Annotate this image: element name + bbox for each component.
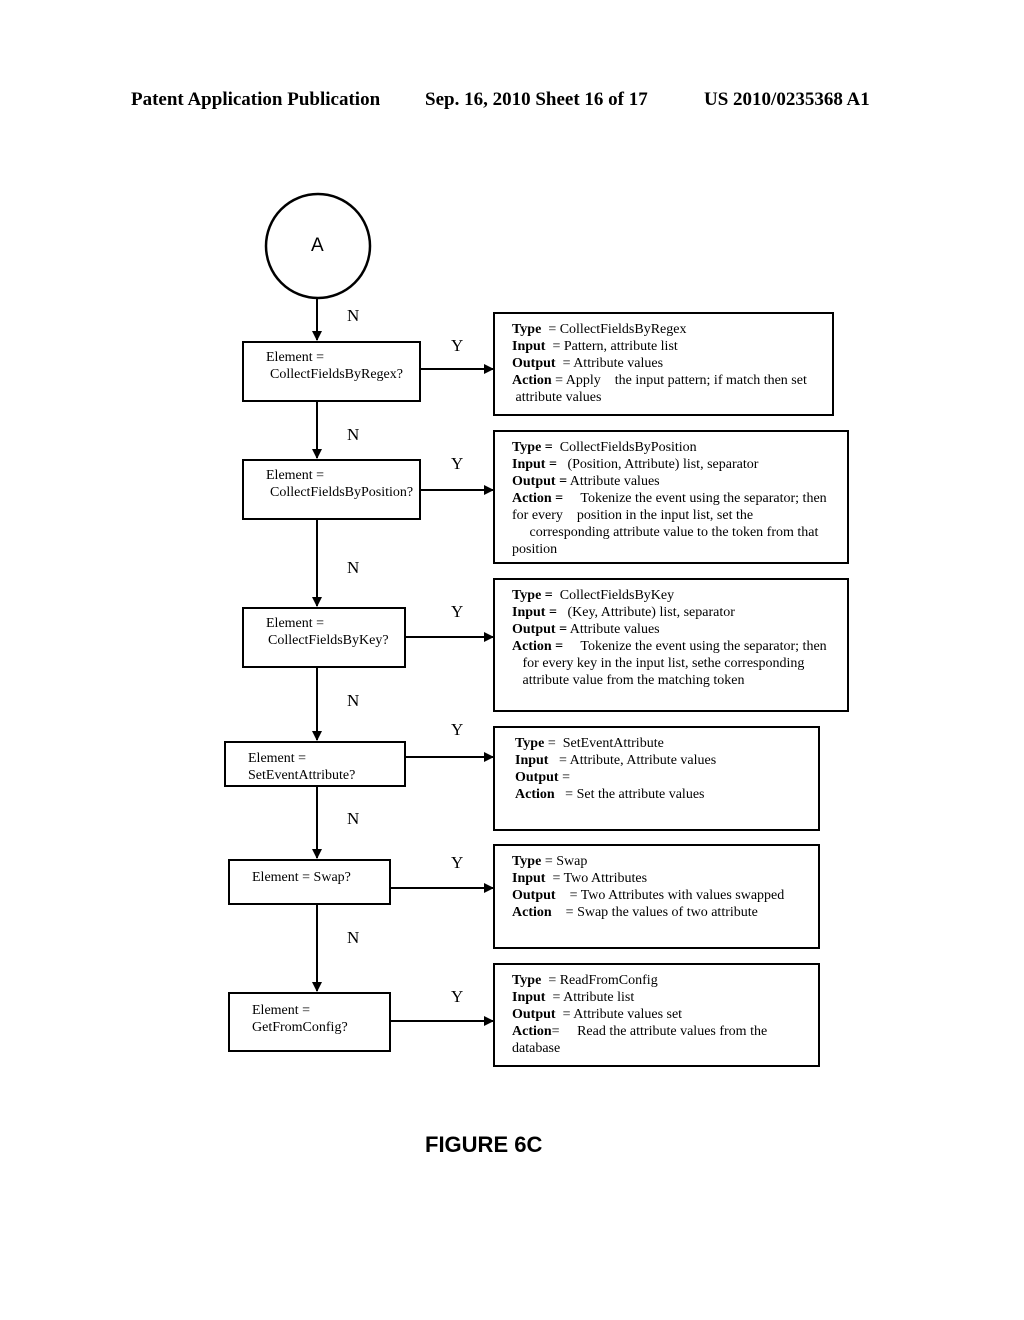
field-value: Attribute values xyxy=(567,622,660,637)
field-key: Output = xyxy=(512,622,568,637)
decision-text: CollectFieldsByPosition? xyxy=(270,485,414,500)
branch-yes-label: Y xyxy=(451,987,464,1006)
field-value: = Read the attribute values from the xyxy=(551,1024,768,1039)
figure-label: FIGURE 6C xyxy=(425,1132,543,1157)
field-value: = ReadFromConfig xyxy=(541,973,658,988)
decision-text: Element = xyxy=(248,751,307,766)
field-value: (Position, Attribute) list, separator xyxy=(556,457,759,472)
decision-key: Element = CollectFieldsByKey? xyxy=(242,607,406,668)
field-key: Output xyxy=(512,888,556,903)
branch-no-label: N xyxy=(347,809,360,828)
field-key: Input xyxy=(515,753,549,768)
field-value: = Attribute values set xyxy=(555,1007,683,1022)
action-box-swap: Type = Swap Input = Two Attributes Outpu… xyxy=(493,844,820,949)
field-continuation: position xyxy=(512,542,558,557)
decision-position: Element = CollectFieldsByPosition? xyxy=(242,459,421,520)
action-box-config: Type = ReadFromConfig Input = Attribute … xyxy=(493,963,820,1067)
decision-text: Element = xyxy=(266,350,325,365)
branch-no-label: N xyxy=(347,928,360,947)
branch-yes-label: Y xyxy=(451,602,464,621)
field-continuation: corresponding attribute value to the tok… xyxy=(512,525,819,540)
field-value: = Two Attributes xyxy=(545,871,648,886)
decision-text: Element = Swap? xyxy=(252,870,351,885)
branch-no-label: N xyxy=(347,306,360,325)
decision-getfromconfig: Element = GetFromConfig? xyxy=(228,992,391,1052)
field-key: Type xyxy=(512,973,542,988)
field-value: CollectFieldsByKey xyxy=(552,588,675,603)
branch-yes-label: Y xyxy=(451,720,464,739)
action-box-key: Type = CollectFieldsByKey Input = (Key, … xyxy=(493,578,849,712)
field-value: = Set the attribute values xyxy=(554,787,705,802)
field-value: CollectFieldsByPosition xyxy=(552,440,697,455)
field-key: Output xyxy=(512,1007,556,1022)
field-value: Tokenize the event using the separator; … xyxy=(563,639,827,654)
field-key: Type xyxy=(512,322,542,337)
field-value: = Swap xyxy=(541,854,588,869)
branch-no-label: N xyxy=(347,425,360,444)
field-key: Input xyxy=(512,871,546,886)
field-key: Input = xyxy=(512,605,557,620)
field-key: Type = xyxy=(512,588,553,603)
field-value: = xyxy=(558,770,570,785)
field-continuation: attribute values xyxy=(512,390,602,405)
field-key: Type xyxy=(515,736,545,751)
field-key: Action xyxy=(515,787,555,802)
decision-text: GetFromConfig? xyxy=(252,1020,348,1035)
branch-no-label: N xyxy=(347,691,360,710)
field-key: Type = xyxy=(512,440,553,455)
field-continuation: database xyxy=(512,1041,561,1056)
field-value: = Attribute values xyxy=(555,356,664,371)
decision-text: Element = xyxy=(266,468,325,483)
branch-no-label: N xyxy=(347,558,360,577)
field-continuation: for every key in the input list, sethe c… xyxy=(512,656,805,671)
field-key: Output xyxy=(515,770,559,785)
action-box-setattr: Type = SetEventAttribute Input = Attribu… xyxy=(493,726,820,831)
field-value: = Attribute, Attribute values xyxy=(548,753,717,768)
field-value: = CollectFieldsByRegex xyxy=(541,322,687,337)
decision-text: SetEventAttribute? xyxy=(248,768,356,783)
field-key: Output = xyxy=(512,474,568,489)
field-key: Action xyxy=(512,1024,552,1039)
decision-setattr: Element = SetEventAttribute? xyxy=(224,741,406,787)
field-value: = Attribute list xyxy=(545,990,635,1005)
decision-text: CollectFieldsByRegex? xyxy=(270,367,403,382)
branch-yes-label: Y xyxy=(451,853,464,872)
field-key: Action = xyxy=(512,639,564,654)
action-box-position: Type = CollectFieldsByPosition Input = (… xyxy=(493,430,849,564)
field-value: = Apply the input pattern; if match then… xyxy=(551,373,807,388)
decision-text: Element = xyxy=(266,616,325,631)
field-key: Type xyxy=(512,854,542,869)
field-key: Output xyxy=(512,356,556,371)
field-key: Input = xyxy=(512,457,557,472)
field-value: (Key, Attribute) list, separator xyxy=(556,605,735,620)
connector-label: A xyxy=(311,235,324,256)
field-value: = Two Attributes with values swapped xyxy=(555,888,785,903)
decision-text: Element = xyxy=(252,1003,311,1018)
field-key: Action xyxy=(512,373,552,388)
field-key: Input xyxy=(512,339,546,354)
decision-regex: Element = CollectFieldsByRegex? xyxy=(242,341,421,402)
action-box-regex: Type = CollectFieldsByRegex Input = Patt… xyxy=(493,312,834,416)
decision-text: CollectFieldsByKey? xyxy=(268,633,389,648)
field-value: = SetEventAttribute xyxy=(544,736,664,751)
field-value: = Pattern, attribute list xyxy=(545,339,678,354)
field-key: Action = xyxy=(512,491,564,506)
field-value: Tokenize the event using the separator; … xyxy=(563,491,827,506)
decision-swap: Element = Swap? xyxy=(228,859,391,905)
branch-yes-label: Y xyxy=(451,454,464,473)
field-key: Action xyxy=(512,905,552,920)
field-value: Attribute values xyxy=(567,474,660,489)
field-continuation: for every position in the input list, se… xyxy=(512,508,754,523)
field-key: Input xyxy=(512,990,546,1005)
branch-yes-label: Y xyxy=(451,336,464,355)
field-continuation: attribute value from the matching token xyxy=(512,673,745,688)
field-value: = Swap the values of two attribute xyxy=(551,905,758,920)
